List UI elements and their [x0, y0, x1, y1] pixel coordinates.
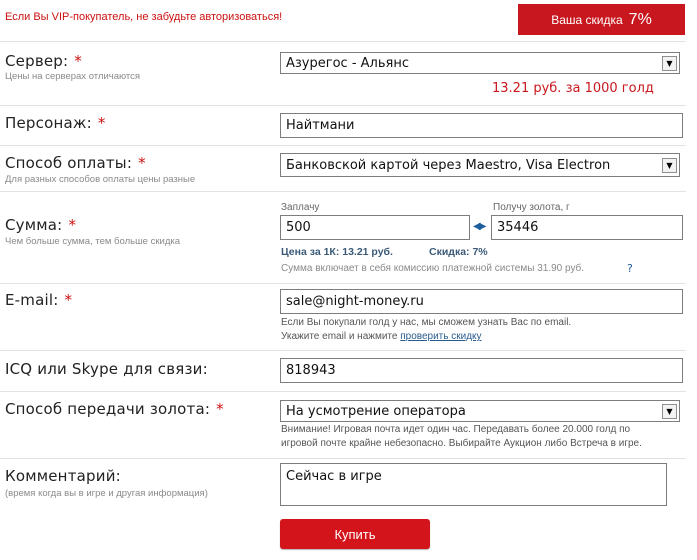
delivery-select[interactable]: На усмотрение оператора ▼ [280, 400, 680, 422]
payment-select[interactable]: Банковской картой через Maestro, Visa El… [280, 153, 680, 177]
gold-amount-value: 35446 [497, 220, 539, 235]
divider [0, 350, 686, 351]
payment-hint: Для разных способов оплаты цены разные [5, 174, 196, 185]
server-select[interactable]: Азурегос - Альянс ▼ [280, 52, 680, 74]
pay-amount-value: 500 [286, 220, 311, 235]
price-per-k: Цена за 1К: 13.21 руб. [281, 246, 393, 258]
divider [0, 391, 686, 392]
character-input[interactable]: Найтмани [280, 113, 683, 138]
email-input-value: sale@night-money.ru [286, 294, 424, 309]
gold-amount-label: Получу золота, г [493, 202, 570, 213]
character-input-value: Найтмани [286, 118, 355, 133]
character-label: Персонаж: * [5, 114, 106, 132]
divider [0, 41, 686, 42]
commission-note: Сумма включает в себя комиссию платежной… [281, 263, 585, 274]
server-selected-value: Азурегос - Альянс [286, 55, 409, 71]
divider [0, 458, 686, 459]
comment-textarea[interactable]: Сейчас в игре [280, 463, 667, 506]
divider [0, 191, 686, 192]
email-info-line2: Укажите email и нажмите проверить скидку [281, 331, 482, 342]
discount-badge-label: Ваша скидка [551, 12, 623, 27]
discount-badge-value: 7% [628, 10, 652, 28]
email-info-line1: Если Вы покупали голд у нас, мы сможем у… [281, 317, 572, 328]
amount-label: Сумма: * [5, 216, 77, 234]
required-mark: * [68, 216, 77, 234]
divider [0, 105, 686, 106]
swap-arrows-icon: ◀▶ [473, 221, 486, 232]
comment-hint: (время когда вы в игре и другая информац… [5, 488, 208, 499]
gold-amount-input[interactable]: 35446 [491, 215, 683, 240]
chevron-down-icon[interactable]: ▼ [662, 55, 677, 71]
payment-selected-value: Банковской картой через Maestro, Visa El… [286, 157, 611, 173]
server-hint: Цены на серверах отличаются [5, 71, 141, 82]
delivery-selected-value: На усмотрение оператора [286, 403, 466, 419]
contact-input[interactable]: 818943 [280, 358, 683, 383]
server-label: Сервер: * [5, 52, 82, 70]
payment-label: Способ оплаты: * [5, 154, 146, 172]
email-label: E-mail: * [5, 291, 73, 309]
pay-amount-label: Заплачу [281, 202, 320, 213]
discount-badge: Ваша скидка 7% [518, 4, 685, 35]
chevron-down-icon[interactable]: ▼ [662, 157, 677, 173]
vip-login-note: Если Вы VIP-покупатель, не забудьте авто… [5, 11, 283, 23]
required-mark: * [216, 400, 224, 418]
contact-input-value: 818943 [286, 363, 336, 378]
pay-amount-input[interactable]: 500 [280, 215, 470, 240]
required-mark: * [97, 114, 106, 132]
amount-hint: Чем больше сумма, тем больше скидка [5, 236, 181, 247]
required-mark: * [64, 291, 73, 309]
buy-button[interactable]: Купить [280, 519, 430, 549]
server-price-note: 13.21 руб. за 1000 голд [492, 81, 654, 96]
email-input[interactable]: sale@night-money.ru [280, 289, 683, 314]
contact-label: ICQ или Skype для связи: [5, 360, 208, 378]
comment-textarea-value: Сейчас в игре [286, 469, 382, 484]
divider [0, 283, 686, 284]
comment-label: Комментарий: [5, 467, 121, 485]
check-discount-link[interactable]: проверить скидку [400, 331, 481, 342]
divider [0, 145, 686, 146]
required-mark: * [138, 154, 146, 172]
chevron-down-icon[interactable]: ▼ [662, 403, 677, 419]
amount-discount: Скидка: 7% [429, 246, 488, 258]
required-mark: * [74, 52, 82, 70]
delivery-warning-line2: игровой почте крайне небезопасно. Выбира… [281, 438, 642, 449]
help-icon[interactable]: ? [627, 262, 633, 275]
delivery-warning-line1: Внимание! Игровая почта идет один час. П… [281, 424, 631, 435]
delivery-label: Способ передачи золота: * [5, 400, 224, 418]
